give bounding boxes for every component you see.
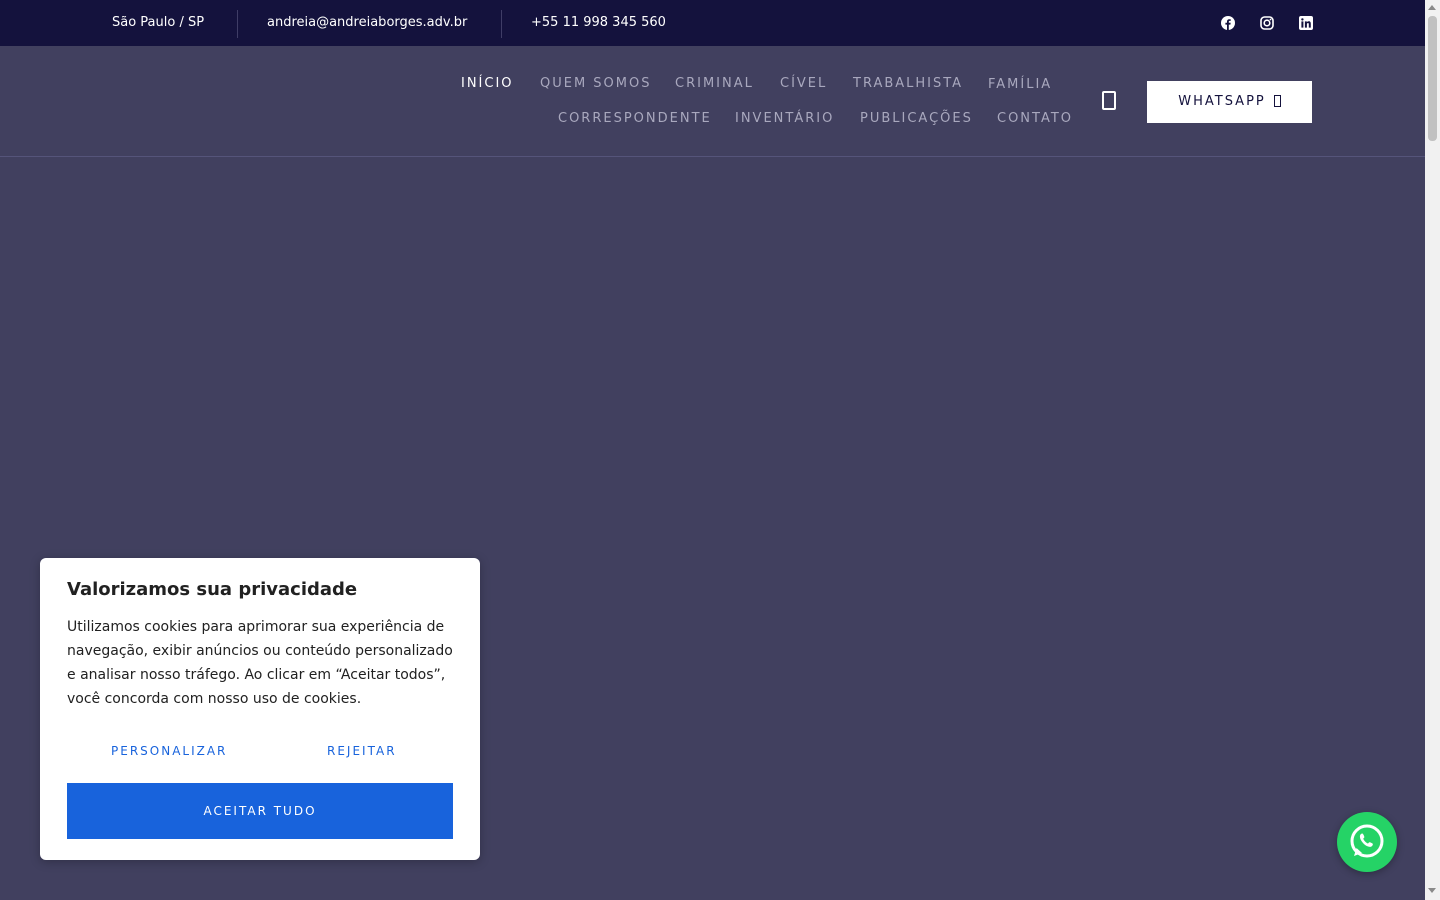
nav-item-inicio[interactable]: INÍCIO xyxy=(461,74,514,94)
customize-button[interactable]: PERSONALIZAR xyxy=(111,744,227,758)
nav-item-civel[interactable]: CÍVEL xyxy=(780,74,827,94)
scroll-down-arrow[interactable] xyxy=(1428,888,1436,893)
nav-item-familia[interactable]: FAMÍLIA xyxy=(988,74,1058,94)
nav-item-trabalhista[interactable]: TRABALHISTA xyxy=(853,74,963,94)
nav-item-correspondente[interactable]: CORRESPONDENTE xyxy=(558,109,712,129)
reject-button[interactable]: REJEITAR xyxy=(327,744,397,758)
scroll-thumb[interactable] xyxy=(1428,16,1437,141)
linkedin-icon[interactable] xyxy=(1299,16,1313,30)
search-icon[interactable] xyxy=(1102,91,1116,110)
nav-item-quem-somos[interactable]: QUEM SOMOS xyxy=(540,74,652,94)
phone-link[interactable]: +55 11 998 345 560 xyxy=(531,0,666,46)
cookie-consent-banner: Valorizamos sua privacidade Utilizamos c… xyxy=(40,558,480,860)
scrollbar[interactable] xyxy=(1425,0,1440,900)
cookie-description: Utilizamos cookies para aprimorar sua ex… xyxy=(67,619,453,707)
nav-item-inventario[interactable]: INVENTÁRIO xyxy=(735,109,834,129)
divider xyxy=(501,10,502,38)
nav-item-publicacoes[interactable]: PUBLICAÇÕES xyxy=(860,109,973,129)
accept-all-button[interactable]: ACEITAR TUDO xyxy=(67,783,453,839)
cookie-title: Valorizamos sua privacidade xyxy=(67,579,358,600)
top-bar: São Paulo / SP andreia@andreiaborges.adv… xyxy=(0,0,1425,46)
email-link[interactable]: andreia@andreiaborges.adv.br xyxy=(267,0,467,46)
divider xyxy=(237,10,238,38)
instagram-icon[interactable] xyxy=(1260,16,1274,30)
nav-item-label: FAMÍLIA xyxy=(988,77,1053,92)
facebook-icon[interactable] xyxy=(1221,16,1235,30)
whatsapp-float-button[interactable] xyxy=(1337,812,1397,872)
nav-item-criminal[interactable]: CRIMINAL xyxy=(675,74,754,94)
whatsapp-icon xyxy=(1273,95,1281,107)
location-text: São Paulo / SP xyxy=(112,15,205,30)
scroll-up-arrow[interactable] xyxy=(1428,5,1436,10)
nav-item-contato[interactable]: CONTATO xyxy=(997,109,1073,129)
whatsapp-icon xyxy=(1350,824,1384,858)
whatsapp-button-label: WHATSAPP xyxy=(1178,94,1266,109)
whatsapp-button[interactable]: WHATSAPP xyxy=(1147,81,1312,123)
